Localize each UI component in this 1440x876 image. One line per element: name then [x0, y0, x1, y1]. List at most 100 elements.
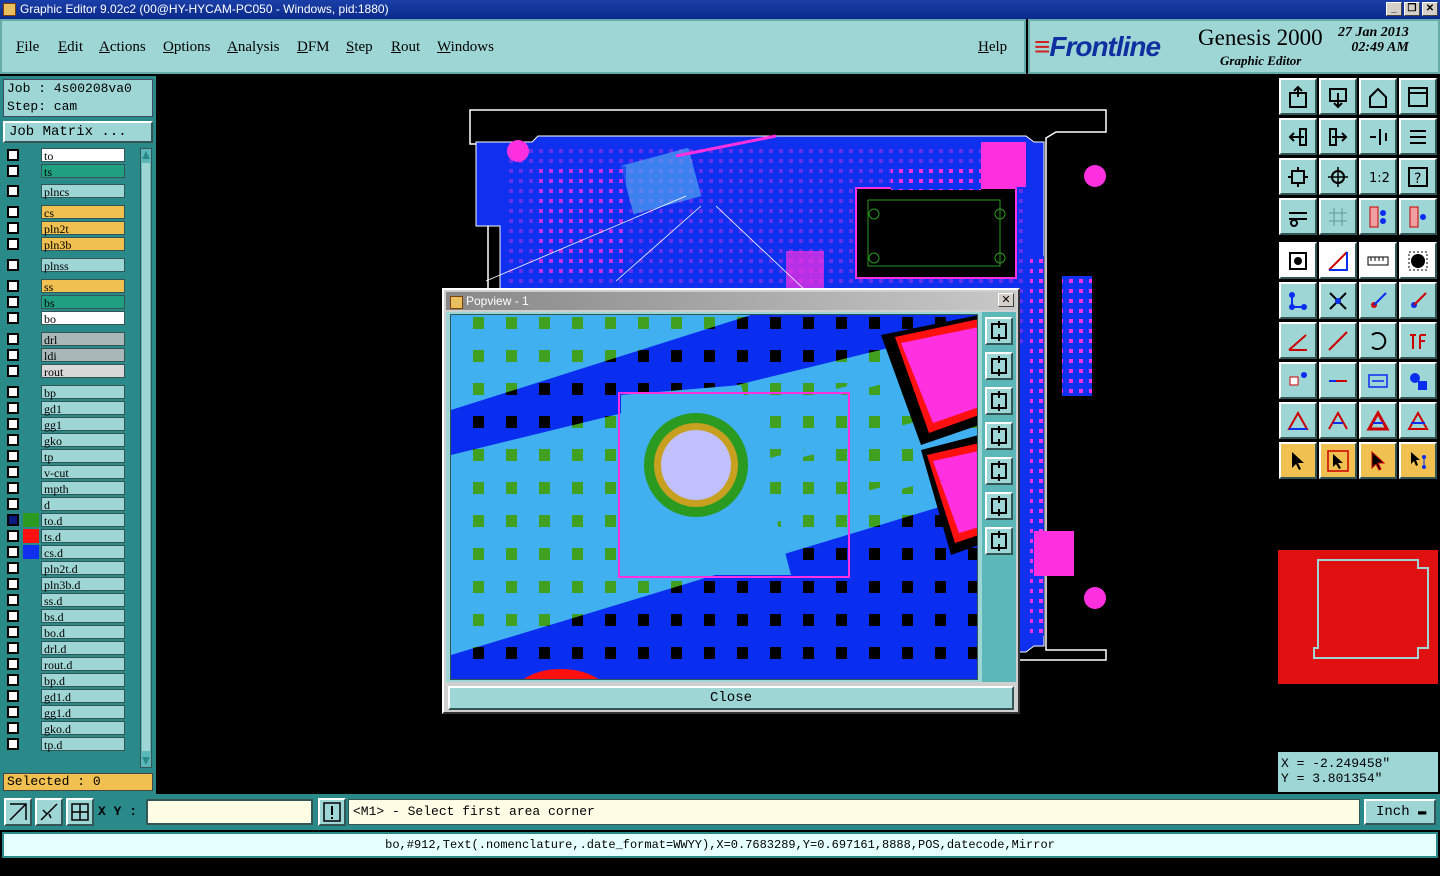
fit-all-button[interactable]	[1279, 158, 1317, 195]
popview-close-x[interactable]: ✕	[998, 293, 1014, 307]
layer-row[interactable]: plnss	[3, 258, 125, 273]
layer-row[interactable]: cs.d	[3, 545, 125, 560]
layer-checkbox[interactable]	[7, 498, 19, 510]
popview-pan-left-button[interactable]	[985, 422, 1013, 450]
layer-row[interactable]: bp.d	[3, 673, 125, 688]
layer-checkbox[interactable]	[7, 222, 19, 234]
layer-checkbox[interactable]	[7, 434, 19, 446]
layer-row[interactable]: pln2t	[3, 221, 125, 236]
popview-zoom-window-button[interactable]	[985, 317, 1013, 345]
units-selector[interactable]: Inch ▬	[1364, 799, 1436, 825]
home-button[interactable]	[1359, 78, 1397, 115]
triangle-bold-button[interactable]	[1359, 402, 1397, 439]
close-window-button[interactable]: ✕	[1422, 2, 1438, 16]
angle-button[interactable]	[1279, 322, 1317, 359]
slash-button[interactable]	[1319, 322, 1357, 359]
layer-checkbox[interactable]	[7, 365, 19, 377]
pan-left-button[interactable]	[1279, 118, 1317, 155]
connect-button[interactable]	[1279, 282, 1317, 319]
layer-checkbox[interactable]	[7, 706, 19, 718]
popview-center-view-button[interactable]	[985, 527, 1013, 555]
layer-row[interactable]: tp.d	[3, 737, 125, 752]
maximize-button[interactable]: ❐	[1404, 2, 1420, 16]
layer-checkbox[interactable]	[7, 562, 19, 574]
layer-row[interactable]: mpth	[3, 481, 125, 496]
layer-checkbox[interactable]	[7, 280, 19, 292]
layer-checkbox[interactable]	[7, 530, 19, 542]
layer-checkbox[interactable]	[7, 312, 19, 324]
minimize-button[interactable]: _	[1386, 2, 1402, 16]
xy-input[interactable]	[146, 799, 313, 825]
layer-checkbox[interactable]	[7, 642, 19, 654]
popview-fit-button[interactable]	[985, 492, 1013, 520]
grid-button[interactable]	[1319, 198, 1357, 235]
layer-checkbox[interactable]	[7, 514, 19, 526]
layer-checkbox[interactable]	[7, 466, 19, 478]
layer-checkbox[interactable]	[7, 185, 19, 197]
layer-row[interactable]: pln3b	[3, 237, 125, 252]
pad-button[interactable]	[1399, 242, 1437, 279]
layer-row[interactable]: ts	[3, 164, 125, 179]
text-button[interactable]	[1399, 322, 1437, 359]
layer-checkbox[interactable]	[7, 674, 19, 686]
layer-checkbox[interactable]	[7, 626, 19, 638]
layer-row[interactable]: gko.d	[3, 721, 125, 736]
layer-checkbox[interactable]	[7, 386, 19, 398]
layer-row[interactable]: pln2t.d	[3, 561, 125, 576]
layer-row[interactable]: rout.d	[3, 657, 125, 672]
window-button[interactable]	[1399, 78, 1437, 115]
layer-checkbox[interactable]	[7, 722, 19, 734]
triangle-alt-button[interactable]	[1319, 402, 1357, 439]
layer-row[interactable]: ldi	[3, 348, 125, 363]
layer-row[interactable]: v-cut	[3, 465, 125, 480]
menu-step[interactable]: Step	[346, 39, 373, 56]
layer-row[interactable]: ss	[3, 279, 125, 294]
overview-map[interactable]	[1278, 550, 1438, 684]
layer-checkbox[interactable]	[7, 402, 19, 414]
job-matrix-button[interactable]: Job Matrix ...	[3, 121, 153, 143]
center-button[interactable]	[1319, 158, 1357, 195]
popview-pan-right-button[interactable]	[985, 457, 1013, 485]
layer-row[interactable]: pln3b.d	[3, 577, 125, 592]
layer-row[interactable]: gd1.d	[3, 689, 125, 704]
triangle-button[interactable]	[1279, 402, 1317, 439]
layer-checkbox[interactable]	[7, 738, 19, 750]
layer-row[interactable]: bo	[3, 311, 125, 326]
alert-icon[interactable]	[318, 798, 346, 826]
layer-row[interactable]: gd1	[3, 401, 125, 416]
layer-checkbox[interactable]	[7, 238, 19, 250]
layers-toggle-button[interactable]	[1359, 198, 1397, 235]
layer-list-scrollbar[interactable]	[140, 148, 152, 768]
layer-checkbox[interactable]	[7, 546, 19, 558]
layer-row[interactable]: gg1	[3, 417, 125, 432]
layer-row[interactable]: ss.d	[3, 593, 125, 608]
layer-checkbox[interactable]	[7, 333, 19, 345]
layer-row[interactable]: bs.d	[3, 609, 125, 624]
settings-button[interactable]	[1279, 198, 1317, 235]
menu-options[interactable]: Options	[163, 39, 211, 56]
cross-button[interactable]	[1319, 282, 1357, 319]
split-button[interactable]	[1319, 362, 1357, 399]
pointer-route-button[interactable]	[1399, 442, 1437, 479]
menu-analysis[interactable]: Analysis	[227, 39, 280, 56]
zoom-home-button[interactable]	[1279, 78, 1317, 115]
pointer-box-button[interactable]	[1319, 442, 1357, 479]
layer-row[interactable]: d	[3, 497, 125, 512]
popview-canvas[interactable]	[450, 314, 978, 680]
menu-rout[interactable]: Rout	[391, 39, 420, 56]
snap-mode-icon[interactable]	[4, 798, 32, 826]
layer-checkbox[interactable]	[7, 690, 19, 702]
layer-row[interactable]: drl	[3, 332, 125, 347]
ruler-button[interactable]	[1359, 242, 1397, 279]
layer-row[interactable]: bo.d	[3, 625, 125, 640]
layer-row[interactable]: to.d	[3, 513, 125, 528]
popview-zoom-up-button[interactable]	[985, 352, 1013, 380]
grid-mode-icon[interactable]	[66, 798, 94, 826]
draw-line-button[interactable]	[1319, 242, 1357, 279]
layer-row[interactable]: tp	[3, 449, 125, 464]
layer-checkbox[interactable]	[7, 259, 19, 271]
layer-checkbox[interactable]	[7, 450, 19, 462]
layer-row[interactable]: bp	[3, 385, 125, 400]
select-button[interactable]	[1279, 362, 1317, 399]
layer-row[interactable]: ts.d	[3, 529, 125, 544]
